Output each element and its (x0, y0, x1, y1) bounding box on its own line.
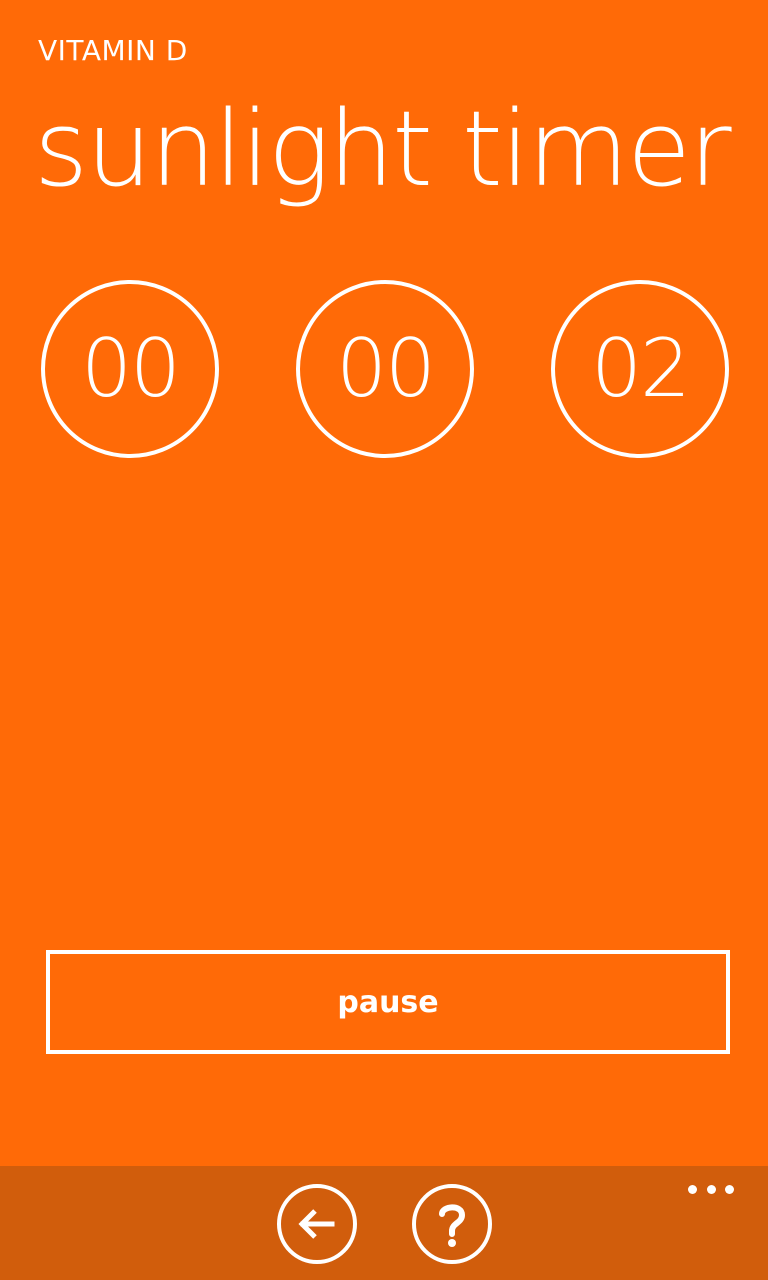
page-title: sunlight timer (34, 88, 732, 210)
help-question-icon (439, 1204, 466, 1247)
pause-button-label: pause (337, 984, 439, 1020)
timer-seconds-value: 02 (591, 322, 691, 415)
app-name: VITAMIN D (38, 34, 188, 67)
more-options-ellipsis-icon[interactable] (688, 1182, 734, 1196)
ellipsis-dot (725, 1184, 734, 1194)
timer-minutes-circle: 00 (296, 280, 474, 458)
timer-display: 00 00 02 (0, 280, 768, 458)
pause-button[interactable]: pause (46, 950, 730, 1054)
ellipsis-dot (688, 1184, 697, 1194)
timer-hours-value: 00 (81, 322, 181, 415)
app-bar (0, 1166, 768, 1280)
back-arrow-icon (298, 1209, 335, 1239)
help-button[interactable] (412, 1184, 492, 1264)
timer-seconds-circle: 02 (551, 280, 729, 458)
timer-minutes-value: 00 (336, 322, 436, 415)
back-button[interactable] (277, 1184, 357, 1264)
timer-hours-circle: 00 (41, 280, 219, 458)
ellipsis-dot (706, 1184, 716, 1194)
